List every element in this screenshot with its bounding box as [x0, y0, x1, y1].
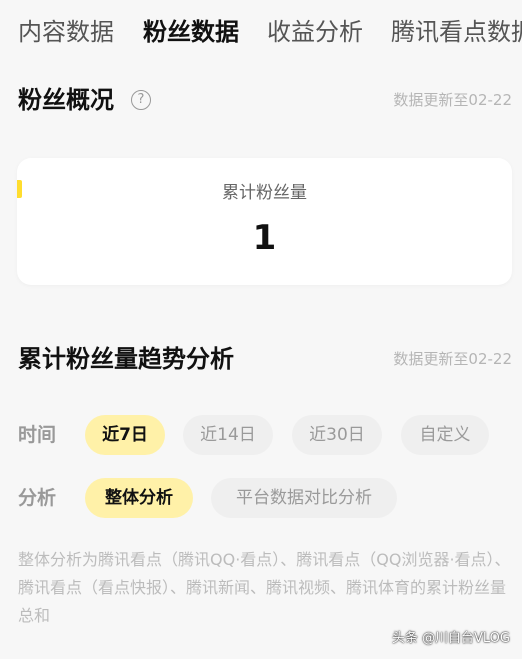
trend-analysis-title: 累计粉丝量趋势分析 — [18, 345, 234, 373]
tab-content-data[interactable]: 内容数据 — [18, 15, 114, 49]
tab-revenue-analysis[interactable]: 收益分析 — [267, 15, 363, 49]
analysis-option-overall[interactable]: 整体分析 — [85, 478, 193, 518]
analysis-row-label: 分析 — [18, 487, 57, 509]
fans-overview-title: 粉丝概况 — [18, 86, 114, 114]
tab-fans-data[interactable]: 粉丝数据 — [143, 15, 239, 49]
total-fans-card: 累计粉丝量 1 — [17, 158, 512, 285]
time-option-14d[interactable]: 近14日 — [183, 415, 273, 455]
overview-update-text: 数据更新至02-22 — [393, 91, 512, 109]
time-option-30d[interactable]: 近30日 — [292, 415, 382, 455]
time-option-7d[interactable]: 近7日 — [85, 415, 165, 455]
analysis-option-platform-compare[interactable]: 平台数据对比分析 — [211, 478, 397, 518]
help-icon[interactable]: ? — [131, 90, 151, 110]
time-row-label: 时间 — [18, 424, 57, 446]
top-tab-bar: 内容数据 粉丝数据 收益分析 腾讯看点数据 — [0, 0, 522, 66]
time-option-custom[interactable]: 自定义 — [401, 415, 489, 455]
watermark: 头条 @川自台VLOG — [391, 631, 510, 646]
total-fans-value: 1 — [252, 218, 277, 258]
analysis-description: 整体分析为腾讯看点（腾讯QQ·看点）、腾讯看点（QQ浏览器·看点）、腾讯看点（看… — [18, 550, 511, 625]
trend-update-text: 数据更新至02-22 — [393, 350, 512, 368]
total-fans-label: 累计粉丝量 — [222, 183, 307, 203]
tab-tencent-kandian-data[interactable]: 腾讯看点数据 — [391, 15, 522, 49]
